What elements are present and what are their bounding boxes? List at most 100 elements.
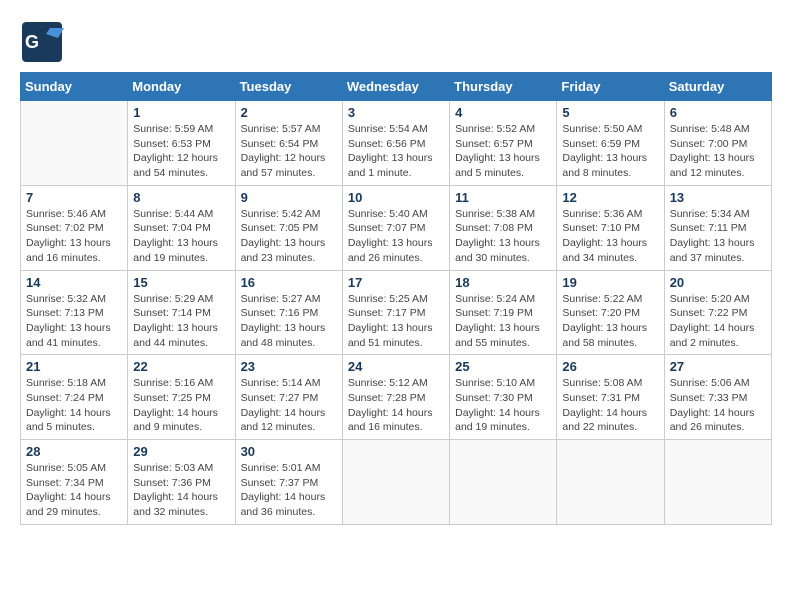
day-number: 24 [348,359,444,374]
weekday-header: Thursday [450,73,557,101]
day-info: Sunrise: 5:05 AM Sunset: 7:34 PM Dayligh… [26,461,122,520]
calendar-cell: 13 Sunrise: 5:34 AM Sunset: 7:11 PM Dayli… [664,185,771,270]
day-number: 27 [670,359,766,374]
day-number: 8 [133,190,229,205]
day-info: Sunrise: 5:57 AM Sunset: 6:54 PM Dayligh… [241,122,337,181]
calendar-cell: 23 Sunrise: 5:14 AM Sunset: 7:27 PM Dayli… [235,355,342,440]
day-info: Sunrise: 5:29 AM Sunset: 7:14 PM Dayligh… [133,292,229,351]
day-number: 21 [26,359,122,374]
day-number: 14 [26,275,122,290]
calendar-week-row: 1 Sunrise: 5:59 AM Sunset: 6:53 PM Daylig… [21,101,772,186]
day-number: 15 [133,275,229,290]
day-number: 17 [348,275,444,290]
calendar-cell: 9 Sunrise: 5:42 AM Sunset: 7:05 PM Daylig… [235,185,342,270]
day-info: Sunrise: 5:48 AM Sunset: 7:00 PM Dayligh… [670,122,766,181]
calendar-cell [450,440,557,525]
day-info: Sunrise: 5:52 AM Sunset: 6:57 PM Dayligh… [455,122,551,181]
day-info: Sunrise: 5:20 AM Sunset: 7:22 PM Dayligh… [670,292,766,351]
day-info: Sunrise: 5:03 AM Sunset: 7:36 PM Dayligh… [133,461,229,520]
day-info: Sunrise: 5:50 AM Sunset: 6:59 PM Dayligh… [562,122,658,181]
weekday-header-row: SundayMondayTuesdayWednesdayThursdayFrid… [21,73,772,101]
day-info: Sunrise: 5:14 AM Sunset: 7:27 PM Dayligh… [241,376,337,435]
day-info: Sunrise: 5:44 AM Sunset: 7:04 PM Dayligh… [133,207,229,266]
day-number: 16 [241,275,337,290]
calendar-cell [557,440,664,525]
day-number: 22 [133,359,229,374]
calendar-cell: 2 Sunrise: 5:57 AM Sunset: 6:54 PM Daylig… [235,101,342,186]
day-number: 20 [670,275,766,290]
logo-icon: G [20,20,64,64]
day-number: 29 [133,444,229,459]
day-number: 2 [241,105,337,120]
day-info: Sunrise: 5:25 AM Sunset: 7:17 PM Dayligh… [348,292,444,351]
weekday-header: Wednesday [342,73,449,101]
calendar-week-row: 14 Sunrise: 5:32 AM Sunset: 7:13 PM Dayli… [21,270,772,355]
day-info: Sunrise: 5:32 AM Sunset: 7:13 PM Dayligh… [26,292,122,351]
page-header: G [20,20,772,64]
day-number: 19 [562,275,658,290]
calendar-cell: 7Sunrise: 5:46 AM Sunset: 7:02 PM Daylig… [21,185,128,270]
day-number: 5 [562,105,658,120]
day-number: 10 [348,190,444,205]
day-number: 7 [26,190,122,205]
day-number: 1 [133,105,229,120]
day-info: Sunrise: 5:12 AM Sunset: 7:28 PM Dayligh… [348,376,444,435]
calendar-cell: 10Sunrise: 5:40 AM Sunset: 7:07 PM Dayli… [342,185,449,270]
calendar-cell: 19 Sunrise: 5:22 AM Sunset: 7:20 PM Dayli… [557,270,664,355]
calendar-cell: 3 Sunrise: 5:54 AM Sunset: 6:56 PM Daylig… [342,101,449,186]
day-info: Sunrise: 5:06 AM Sunset: 7:33 PM Dayligh… [670,376,766,435]
calendar-cell: 27 Sunrise: 5:06 AM Sunset: 7:33 PM Dayli… [664,355,771,440]
day-info: Sunrise: 5:27 AM Sunset: 7:16 PM Dayligh… [241,292,337,351]
day-info: Sunrise: 5:54 AM Sunset: 6:56 PM Dayligh… [348,122,444,181]
day-number: 26 [562,359,658,374]
calendar-cell: 16 Sunrise: 5:27 AM Sunset: 7:16 PM Dayli… [235,270,342,355]
day-number: 30 [241,444,337,459]
day-info: Sunrise: 5:08 AM Sunset: 7:31 PM Dayligh… [562,376,658,435]
calendar-cell: 15 Sunrise: 5:29 AM Sunset: 7:14 PM Dayli… [128,270,235,355]
day-number: 25 [455,359,551,374]
calendar-cell: 30 Sunrise: 5:01 AM Sunset: 7:37 PM Dayli… [235,440,342,525]
day-number: 23 [241,359,337,374]
calendar-cell: 29 Sunrise: 5:03 AM Sunset: 7:36 PM Dayli… [128,440,235,525]
calendar-cell: 25 Sunrise: 5:10 AM Sunset: 7:30 PM Dayli… [450,355,557,440]
day-number: 12 [562,190,658,205]
day-info: Sunrise: 5:22 AM Sunset: 7:20 PM Dayligh… [562,292,658,351]
svg-text:G: G [25,32,39,52]
day-info: Sunrise: 5:34 AM Sunset: 7:11 PM Dayligh… [670,207,766,266]
day-info: Sunrise: 5:38 AM Sunset: 7:08 PM Dayligh… [455,207,551,266]
day-number: 9 [241,190,337,205]
calendar-cell: 4Sunrise: 5:52 AM Sunset: 6:57 PM Daylig… [450,101,557,186]
calendar-cell: 12Sunrise: 5:36 AM Sunset: 7:10 PM Dayli… [557,185,664,270]
calendar-week-row: 7Sunrise: 5:46 AM Sunset: 7:02 PM Daylig… [21,185,772,270]
day-info: Sunrise: 5:59 AM Sunset: 6:53 PM Dayligh… [133,122,229,181]
day-number: 11 [455,190,551,205]
weekday-header: Saturday [664,73,771,101]
calendar-cell: 11 Sunrise: 5:38 AM Sunset: 7:08 PM Dayli… [450,185,557,270]
day-number: 3 [348,105,444,120]
calendar-cell: 21 Sunrise: 5:18 AM Sunset: 7:24 PM Dayli… [21,355,128,440]
calendar-cell: 26 Sunrise: 5:08 AM Sunset: 7:31 PM Dayli… [557,355,664,440]
day-info: Sunrise: 5:42 AM Sunset: 7:05 PM Dayligh… [241,207,337,266]
calendar-cell: 20 Sunrise: 5:20 AM Sunset: 7:22 PM Dayli… [664,270,771,355]
calendar-cell [664,440,771,525]
day-number: 6 [670,105,766,120]
weekday-header: Tuesday [235,73,342,101]
logo: G [20,20,68,64]
calendar-cell [342,440,449,525]
calendar-cell: 1 Sunrise: 5:59 AM Sunset: 6:53 PM Daylig… [128,101,235,186]
day-number: 18 [455,275,551,290]
weekday-header: Friday [557,73,664,101]
day-info: Sunrise: 5:18 AM Sunset: 7:24 PM Dayligh… [26,376,122,435]
weekday-header: Monday [128,73,235,101]
day-info: Sunrise: 5:01 AM Sunset: 7:37 PM Dayligh… [241,461,337,520]
calendar-cell: 17 Sunrise: 5:25 AM Sunset: 7:17 PM Dayli… [342,270,449,355]
calendar-table: SundayMondayTuesdayWednesdayThursdayFrid… [20,72,772,525]
calendar-cell: 18 Sunrise: 5:24 AM Sunset: 7:19 PM Dayli… [450,270,557,355]
calendar-cell: 5 Sunrise: 5:50 AM Sunset: 6:59 PM Daylig… [557,101,664,186]
day-info: Sunrise: 5:24 AM Sunset: 7:19 PM Dayligh… [455,292,551,351]
calendar-cell: 22Sunrise: 5:16 AM Sunset: 7:25 PM Dayli… [128,355,235,440]
day-info: Sunrise: 5:10 AM Sunset: 7:30 PM Dayligh… [455,376,551,435]
weekday-header: Sunday [21,73,128,101]
day-number: 13 [670,190,766,205]
calendar-week-row: 21 Sunrise: 5:18 AM Sunset: 7:24 PM Dayli… [21,355,772,440]
